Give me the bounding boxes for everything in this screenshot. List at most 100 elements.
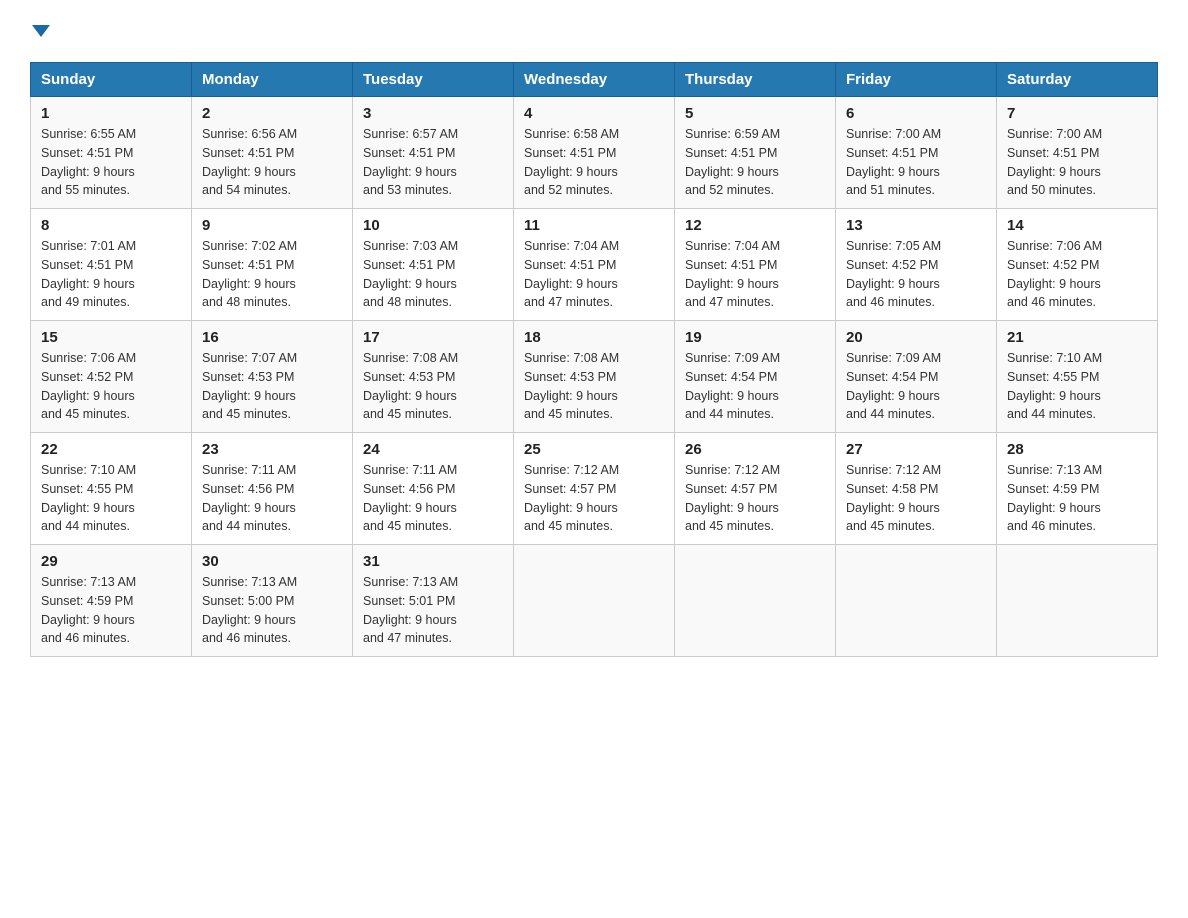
day-number: 2 (202, 105, 342, 122)
week-row-1: 1 Sunrise: 6:55 AM Sunset: 4:51 PM Daylig… (31, 97, 1158, 209)
week-row-2: 8Sunrise: 7:01 AM Sunset: 4:51 PM Daylig… (31, 209, 1158, 321)
day-info: Sunrise: 7:13 AM Sunset: 4:59 PM Dayligh… (1007, 463, 1102, 533)
day-info: Sunrise: 7:13 AM Sunset: 5:01 PM Dayligh… (363, 575, 458, 645)
calendar-cell (514, 545, 675, 657)
calendar-cell: 16 Sunrise: 7:07 AM Sunset: 4:53 PM Dayli… (192, 321, 353, 433)
logo-triangle-icon (32, 25, 50, 37)
day-info: Sunrise: 7:01 AM Sunset: 4:51 PM Dayligh… (41, 239, 136, 309)
day-info: Sunrise: 7:05 AM Sunset: 4:52 PM Dayligh… (846, 239, 941, 309)
day-info: Sunrise: 7:04 AM Sunset: 4:51 PM Dayligh… (524, 239, 619, 309)
calendar-header-row: SundayMondayTuesdayWednesdayThursdayFrid… (31, 63, 1158, 97)
calendar-cell: 9Sunrise: 7:02 AM Sunset: 4:51 PM Daylig… (192, 209, 353, 321)
day-number: 16 (202, 329, 342, 346)
day-number: 5 (685, 105, 825, 122)
column-header-monday: Monday (192, 63, 353, 97)
calendar-cell: 18 Sunrise: 7:08 AM Sunset: 4:53 PM Dayli… (514, 321, 675, 433)
calendar-cell: 23Sunrise: 7:11 AM Sunset: 4:56 PM Dayli… (192, 433, 353, 545)
calendar-cell: 13 Sunrise: 7:05 AM Sunset: 4:52 PM Dayli… (836, 209, 997, 321)
day-number: 24 (363, 441, 503, 458)
day-number: 11 (524, 217, 664, 234)
calendar-cell: 21 Sunrise: 7:10 AM Sunset: 4:55 PM Dayli… (997, 321, 1158, 433)
day-info: Sunrise: 7:09 AM Sunset: 4:54 PM Dayligh… (685, 351, 780, 421)
day-info: Sunrise: 7:10 AM Sunset: 4:55 PM Dayligh… (1007, 351, 1102, 421)
calendar-cell: 1 Sunrise: 6:55 AM Sunset: 4:51 PM Daylig… (31, 97, 192, 209)
day-info: Sunrise: 7:13 AM Sunset: 5:00 PM Dayligh… (202, 575, 297, 645)
week-row-3: 15Sunrise: 7:06 AM Sunset: 4:52 PM Dayli… (31, 321, 1158, 433)
calendar-cell: 30 Sunrise: 7:13 AM Sunset: 5:00 PM Dayli… (192, 545, 353, 657)
day-info: Sunrise: 7:11 AM Sunset: 4:56 PM Dayligh… (202, 463, 296, 533)
day-number: 14 (1007, 217, 1147, 234)
calendar-cell: 25 Sunrise: 7:12 AM Sunset: 4:57 PM Dayli… (514, 433, 675, 545)
day-info: Sunrise: 7:04 AM Sunset: 4:51 PM Dayligh… (685, 239, 780, 309)
day-info: Sunrise: 6:56 AM Sunset: 4:51 PM Dayligh… (202, 127, 297, 197)
day-number: 3 (363, 105, 503, 122)
calendar-cell: 28 Sunrise: 7:13 AM Sunset: 4:59 PM Dayli… (997, 433, 1158, 545)
calendar-cell: 26 Sunrise: 7:12 AM Sunset: 4:57 PM Dayli… (675, 433, 836, 545)
day-number: 26 (685, 441, 825, 458)
day-info: Sunrise: 7:09 AM Sunset: 4:54 PM Dayligh… (846, 351, 941, 421)
day-info: Sunrise: 7:03 AM Sunset: 4:51 PM Dayligh… (363, 239, 458, 309)
calendar-cell: 4Sunrise: 6:58 AM Sunset: 4:51 PM Daylig… (514, 97, 675, 209)
calendar-cell: 20Sunrise: 7:09 AM Sunset: 4:54 PM Dayli… (836, 321, 997, 433)
day-info: Sunrise: 7:13 AM Sunset: 4:59 PM Dayligh… (41, 575, 136, 645)
calendar-cell: 22 Sunrise: 7:10 AM Sunset: 4:55 PM Dayli… (31, 433, 192, 545)
calendar-cell: 29Sunrise: 7:13 AM Sunset: 4:59 PM Dayli… (31, 545, 192, 657)
day-info: Sunrise: 6:55 AM Sunset: 4:51 PM Dayligh… (41, 127, 136, 197)
page-header (30, 20, 1158, 44)
day-info: Sunrise: 7:12 AM Sunset: 4:57 PM Dayligh… (685, 463, 780, 533)
day-info: Sunrise: 7:06 AM Sunset: 4:52 PM Dayligh… (1007, 239, 1102, 309)
calendar-cell: 27Sunrise: 7:12 AM Sunset: 4:58 PM Dayli… (836, 433, 997, 545)
day-info: Sunrise: 6:59 AM Sunset: 4:51 PM Dayligh… (685, 127, 780, 197)
column-header-wednesday: Wednesday (514, 63, 675, 97)
column-header-tuesday: Tuesday (353, 63, 514, 97)
week-row-5: 29Sunrise: 7:13 AM Sunset: 4:59 PM Dayli… (31, 545, 1158, 657)
day-info: Sunrise: 7:00 AM Sunset: 4:51 PM Dayligh… (846, 127, 941, 197)
week-row-4: 22 Sunrise: 7:10 AM Sunset: 4:55 PM Dayli… (31, 433, 1158, 545)
day-info: Sunrise: 7:08 AM Sunset: 4:53 PM Dayligh… (524, 351, 619, 421)
day-number: 17 (363, 329, 503, 346)
day-number: 9 (202, 217, 342, 234)
day-info: Sunrise: 7:06 AM Sunset: 4:52 PM Dayligh… (41, 351, 136, 421)
day-number: 22 (41, 441, 181, 458)
column-header-saturday: Saturday (997, 63, 1158, 97)
day-number: 18 (524, 329, 664, 346)
logo (30, 20, 50, 44)
calendar-cell: 11 Sunrise: 7:04 AM Sunset: 4:51 PM Dayli… (514, 209, 675, 321)
calendar-cell: 19 Sunrise: 7:09 AM Sunset: 4:54 PM Dayli… (675, 321, 836, 433)
day-info: Sunrise: 7:12 AM Sunset: 4:57 PM Dayligh… (524, 463, 619, 533)
day-number: 1 (41, 105, 181, 122)
calendar-cell: 31Sunrise: 7:13 AM Sunset: 5:01 PM Dayli… (353, 545, 514, 657)
column-header-sunday: Sunday (31, 63, 192, 97)
day-number: 12 (685, 217, 825, 234)
calendar-cell: 15Sunrise: 7:06 AM Sunset: 4:52 PM Dayli… (31, 321, 192, 433)
calendar-cell: 8Sunrise: 7:01 AM Sunset: 4:51 PM Daylig… (31, 209, 192, 321)
day-number: 10 (363, 217, 503, 234)
calendar-cell: 24 Sunrise: 7:11 AM Sunset: 4:56 PM Dayli… (353, 433, 514, 545)
day-number: 21 (1007, 329, 1147, 346)
day-number: 19 (685, 329, 825, 346)
day-number: 30 (202, 553, 342, 570)
day-info: Sunrise: 7:08 AM Sunset: 4:53 PM Dayligh… (363, 351, 458, 421)
day-number: 13 (846, 217, 986, 234)
calendar-cell: 14 Sunrise: 7:06 AM Sunset: 4:52 PM Dayli… (997, 209, 1158, 321)
day-info: Sunrise: 6:58 AM Sunset: 4:51 PM Dayligh… (524, 127, 619, 197)
calendar-cell: 6 Sunrise: 7:00 AM Sunset: 4:51 PM Daylig… (836, 97, 997, 209)
column-header-friday: Friday (836, 63, 997, 97)
day-info: Sunrise: 7:00 AM Sunset: 4:51 PM Dayligh… (1007, 127, 1102, 197)
calendar-table: SundayMondayTuesdayWednesdayThursdayFrid… (30, 62, 1158, 657)
day-number: 7 (1007, 105, 1147, 122)
calendar-cell: 2 Sunrise: 6:56 AM Sunset: 4:51 PM Daylig… (192, 97, 353, 209)
day-number: 25 (524, 441, 664, 458)
calendar-cell: 12 Sunrise: 7:04 AM Sunset: 4:51 PM Dayli… (675, 209, 836, 321)
column-header-thursday: Thursday (675, 63, 836, 97)
day-info: Sunrise: 7:10 AM Sunset: 4:55 PM Dayligh… (41, 463, 136, 533)
calendar-cell (836, 545, 997, 657)
day-info: Sunrise: 7:12 AM Sunset: 4:58 PM Dayligh… (846, 463, 941, 533)
day-number: 6 (846, 105, 986, 122)
day-info: Sunrise: 7:07 AM Sunset: 4:53 PM Dayligh… (202, 351, 297, 421)
day-info: Sunrise: 6:57 AM Sunset: 4:51 PM Dayligh… (363, 127, 458, 197)
calendar-cell: 10 Sunrise: 7:03 AM Sunset: 4:51 PM Dayli… (353, 209, 514, 321)
day-number: 28 (1007, 441, 1147, 458)
day-info: Sunrise: 7:11 AM Sunset: 4:56 PM Dayligh… (363, 463, 457, 533)
calendar-cell (675, 545, 836, 657)
